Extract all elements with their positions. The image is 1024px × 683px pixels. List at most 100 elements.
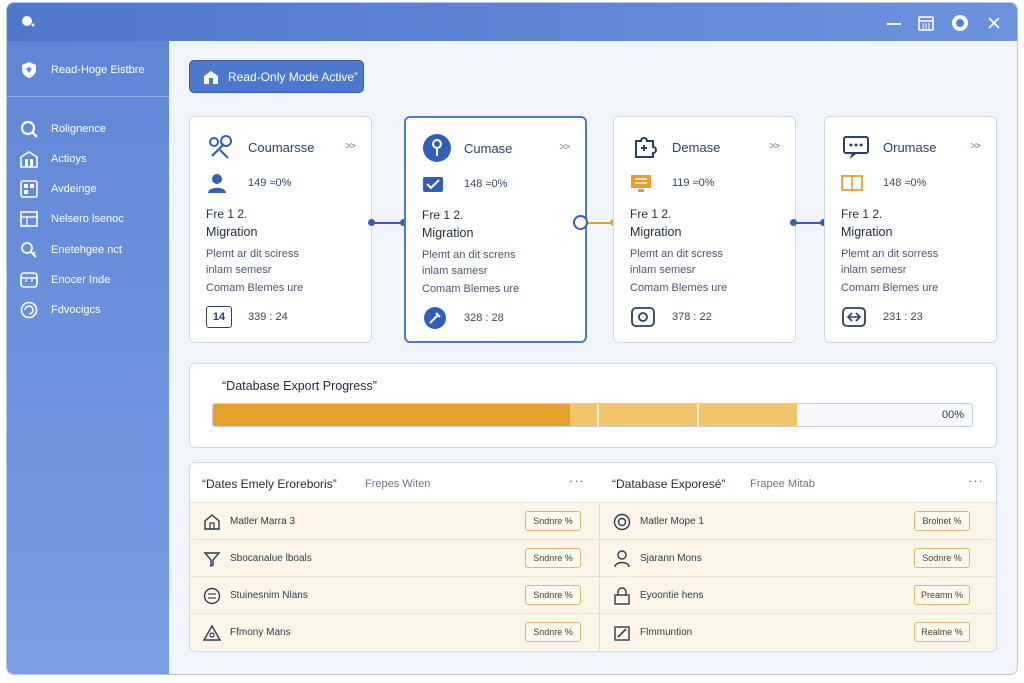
table-subtitle: Frepes Witen [365,478,431,490]
migration-card-4[interactable]: Orumase >> 148 ≈0% Fre 1 2. Migration Pl… [824,116,997,343]
card-title: Orumase [883,139,937,155]
card-description-line-3: Comam Blemes ure [630,282,728,294]
table-row[interactable]: Stuinesnim Nlans Sndnre % [190,576,599,613]
card-description-line-2: inlam semesr [206,264,272,276]
banner-label: Read-Only Mode Active” [228,69,359,84]
card-label: Migration [841,225,893,239]
card-description-line-1: Plemt an dit screns [422,249,516,261]
card-expand-arrow[interactable]: >> [345,141,356,152]
table-header: “Database Exporesé” Frapee Mitab ··· [600,463,996,502]
table-header: “Dates Emely Eroreboris” Frepes Witen ··… [190,463,599,502]
card-header: Demase [630,131,790,163]
card-label: Migration [630,225,682,239]
card-footer-value: 378 : 22 [672,311,712,323]
table-row[interactable]: Sbocanalue lboals Sndnre % [190,539,599,576]
row-label: Matler Marra 3 [230,516,296,527]
row-badge[interactable]: Sodnre % [914,548,970,568]
migration-card-3[interactable]: Demase >> 119 ≈0% Fre 1 2. Migration Ple… [613,116,796,343]
calendar-icon [918,16,934,31]
card-footer: 231 : 23 [841,306,923,328]
card-expand-arrow[interactable]: >> [970,141,981,152]
sidebar-item-label: Enocer Inde [51,274,111,286]
sidebar-item-label: Fdvocigcs [51,304,101,316]
card-description-line-1: Plemt an dit scress [630,248,723,260]
right-table: “Database Exporesé” Frapee Mitab ··· Mat… [600,463,996,651]
connector-node [573,215,588,230]
circle-icon [613,513,631,531]
more-options-button[interactable]: ··· [569,473,585,488]
sidebar-divider [7,96,169,97]
sidebar-item-5[interactable]: Enetehgee nct [19,238,167,262]
calendar-button[interactable] [916,13,936,33]
minimize-button[interactable] [884,13,904,33]
card-title: Coumarsse [248,139,315,155]
sidebar-item-4[interactable]: Nelsero lsenoc [19,207,167,231]
card-description-line-3: Comam Blemes ure [422,283,520,295]
tool-badge-icon [424,307,446,329]
sidebar-item-2[interactable]: Actioys [19,147,167,171]
connector-dot [790,219,797,226]
puzzle-icon [635,137,657,158]
progress-title: “Database Export Progress” [222,379,377,393]
sidebar-item-6[interactable]: Enocer Inde [19,268,167,292]
sidebar-item-3[interactable]: Avdeinge [19,177,167,201]
sidebar-item-label: Actioys [51,153,87,165]
sidebar-brand[interactable]: Read-Hoge Eistbre [19,59,169,81]
table-row[interactable]: Flmmuntion Realme % [600,613,996,650]
connector-dot [368,219,375,226]
row-label: Ffmony Mans [230,627,291,638]
mail-check-icon [423,177,443,192]
row-label: Sjarann Mons [640,553,702,564]
progress-segment-divider [597,404,599,426]
left-table: “Dates Emely Eroreboris” Frepes Witen ··… [190,463,599,651]
export-progress-panel: “Database Export Progress” 00% [189,363,997,448]
sidebar-item-7[interactable]: Fdvocigcs [19,298,167,322]
book-icon [841,175,863,191]
table-row[interactable]: Matler Marra 3 Sndnre % [190,502,599,539]
close-button[interactable] [984,13,1004,33]
more-options-button[interactable]: ··· [968,473,984,488]
minimize-icon [887,23,901,25]
sidebar-item-1[interactable]: Rolignence [19,117,167,141]
row-label: Stuinesnim Nlans [230,590,308,601]
window-icon [20,272,38,288]
row-badge[interactable]: Sndnre % [525,622,581,642]
counter-icon: 14 [206,306,232,328]
monitor-icon [631,175,651,192]
record-icon [631,307,655,327]
search-icon [20,120,38,138]
sidebar-item-label: Rolignence [51,123,107,135]
migration-card-1[interactable]: Coumarsse >> 149 ≈0% Fre 1 2. Migration … [189,116,372,343]
row-badge[interactable]: Sndnre % [525,511,581,531]
row-badge[interactable]: Realme % [914,622,970,642]
row-badge[interactable]: Brolnet % [914,511,970,531]
row-label: Matler Mope 1 [640,516,704,527]
card-footer: 378 : 22 [630,306,712,328]
lock-icon [614,587,630,605]
card-description-line-2: inlam semesr [841,264,907,276]
migration-card-2[interactable]: Cumase >> 148 ≈0% Fre 1 2. Migration Ple… [404,116,587,343]
table-row[interactable]: Ffmony Mans Sndnre % [190,613,599,650]
link-icon [842,307,866,327]
card-description-line-3: Comam Blemes ure [206,282,304,294]
table-row[interactable]: Eyoontie hens Preamn % [600,576,996,613]
table-row[interactable]: Matler Mope 1 Brolnet % [600,502,996,539]
card-label: Migration [422,226,474,240]
settings-button[interactable] [950,13,970,33]
table-row[interactable]: Sjarann Mons Sodnre % [600,539,996,576]
row-badge[interactable]: Sndnre % [525,585,581,605]
progress-fill-primary [213,404,570,426]
read-only-banner[interactable]: Read-Only Mode Active” [189,60,364,93]
row-badge[interactable]: Preamn % [914,585,970,605]
row-badge[interactable]: Sndnre % [525,548,581,568]
app-logo-icon [22,16,35,27]
row-label: Flmmuntion [640,627,693,638]
grid-icon [20,180,38,198]
card-expand-arrow[interactable]: >> [559,142,570,153]
app-window: Read-Hoge Eistbre Rolignence Actioys Avd… [6,2,1018,675]
card-expand-arrow[interactable]: >> [769,141,780,152]
sidebar: Read-Hoge Eistbre Rolignence Actioys Avd… [7,41,169,674]
counter-icon-value: 14 [212,311,226,323]
card-title: Demase [672,139,721,155]
refresh-icon [20,301,38,319]
